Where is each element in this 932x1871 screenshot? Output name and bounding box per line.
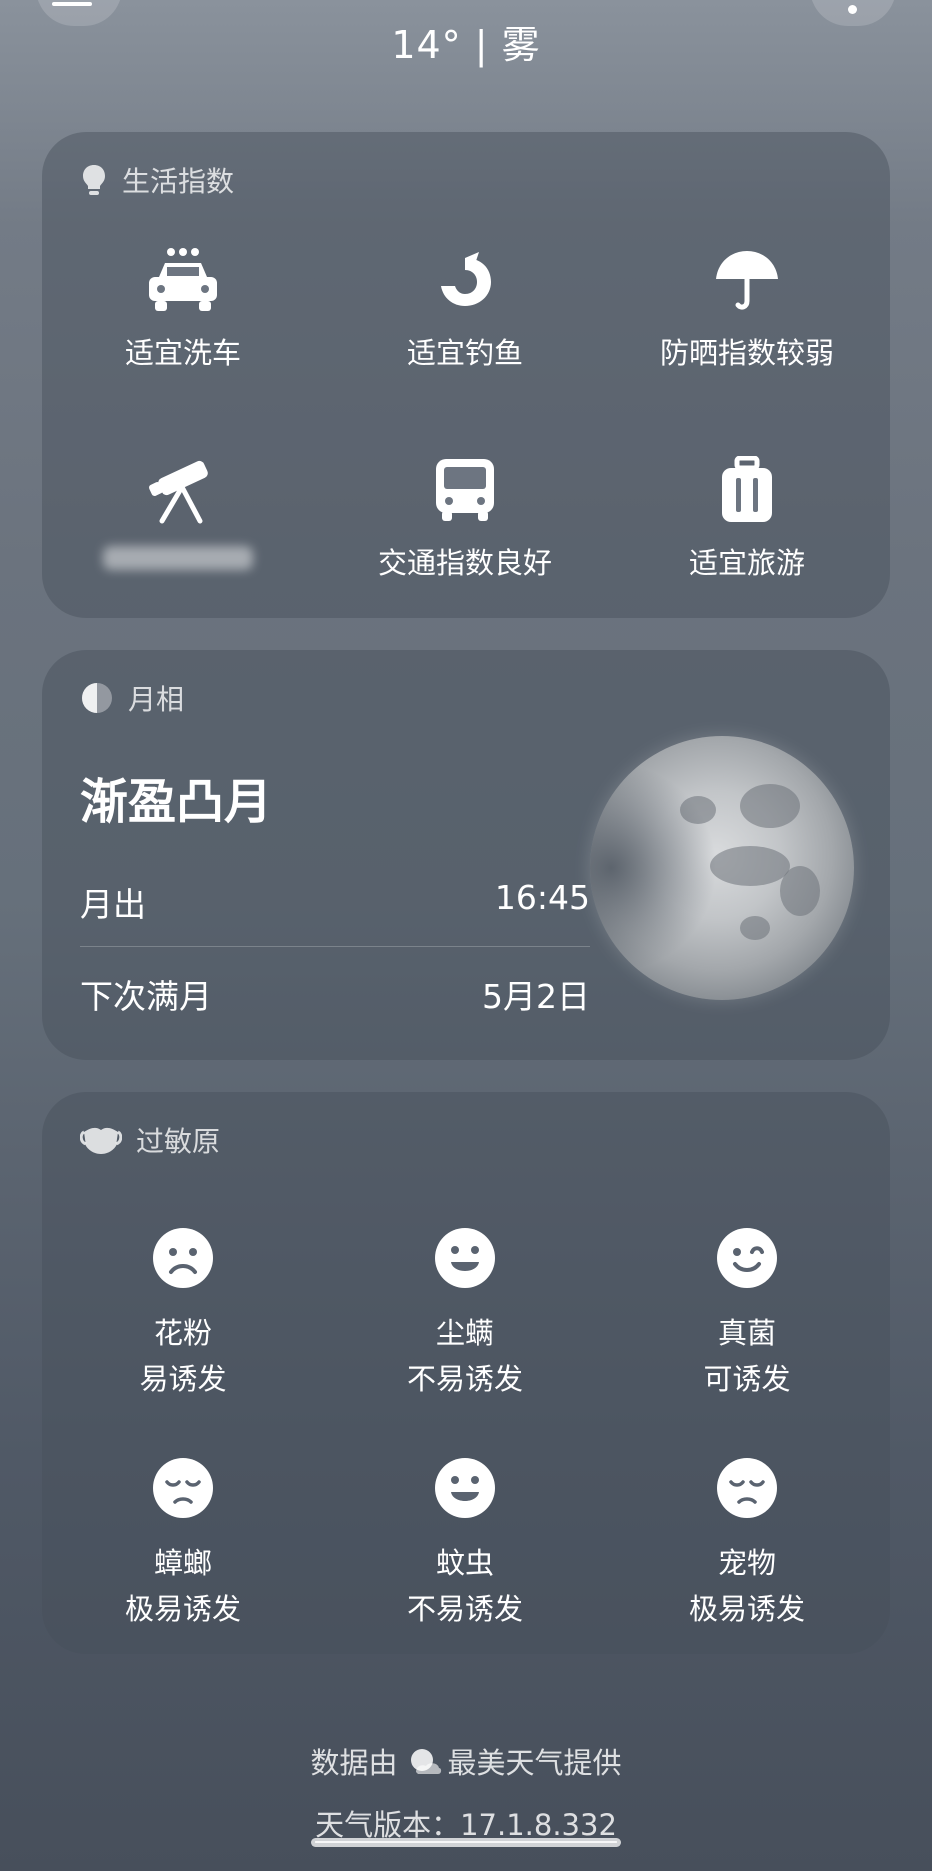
happy-face-icon [435, 1228, 495, 1288]
moonrise-value: 16:45 [494, 878, 590, 917]
life-index-item-car-wash[interactable]: 适宜洗车 [42, 240, 324, 372]
allergen-item-dust-mite[interactable]: 尘螨 不易诱发 [324, 1218, 606, 1398]
sad-face-icon [153, 1228, 213, 1288]
data-source-name: 最美天气提供 [447, 1746, 622, 1780]
separator: | [474, 23, 489, 67]
fishing-icon [441, 252, 491, 306]
next-full-moon-row: 下次满月 5月2日 [80, 970, 590, 1018]
allergen-level: 不易诱发 [406, 1362, 523, 1396]
allergen-name: 蟑螂 [153, 1546, 212, 1580]
life-index-item-traffic[interactable]: 交通指数良好 [324, 450, 606, 583]
moon-phase-card[interactable]: 月相 渐盈凸月 月出 16:45 下次满月 5月2日 [42, 650, 890, 1060]
moonrise-label: 月出 [80, 885, 146, 924]
lightbulb-icon [83, 165, 105, 195]
allergens-title: 过敏原 [136, 1125, 221, 1158]
life-index-label: 适宜洗车 [124, 336, 241, 370]
allergen-level: 极易诱发 [124, 1592, 241, 1626]
life-index-item-stargazing[interactable] [42, 450, 324, 583]
allergen-item-pollen[interactable]: 花粉 易诱发 [42, 1218, 324, 1398]
unhappy-face-icon [153, 1458, 213, 1518]
allergen-item-pet[interactable]: 宠物 极易诱发 [606, 1448, 888, 1628]
life-index-label-obscured [103, 540, 263, 583]
life-index-label: 适宜旅游 [688, 546, 805, 580]
bus-icon [436, 459, 494, 521]
allergen-level: 不易诱发 [406, 1592, 523, 1626]
moon-phase-name: 渐盈凸月 [80, 774, 273, 830]
allergen-level: 极易诱发 [688, 1592, 805, 1626]
life-index-label: 防晒指数较弱 [659, 336, 834, 370]
next-full-moon-value: 5月2日 [482, 977, 590, 1016]
life-index-item-travel[interactable]: 适宜旅游 [606, 450, 888, 583]
temperature: 14° [391, 23, 462, 67]
life-index-title: 生活指数 [122, 165, 235, 198]
allergen-name: 宠物 [717, 1546, 776, 1580]
moon-divider [80, 946, 590, 947]
provider-logo-icon [410, 1749, 441, 1774]
current-weather: 14° | 雾 [0, 14, 932, 69]
allergen-item-cockroach[interactable]: 蟑螂 极易诱发 [42, 1448, 324, 1628]
moon-phase-title: 月相 [128, 683, 185, 716]
luggage-icon [722, 456, 772, 522]
life-index-header: 生活指数 [80, 160, 234, 200]
umbrella-icon [716, 251, 778, 310]
allergen-name: 花粉 [153, 1316, 212, 1350]
more-dots-icon [848, 5, 857, 14]
moon-phase-icon [82, 683, 112, 713]
allergens-card[interactable]: 过敏原 花粉 易诱发 尘螨 不易诱发 真菌 可诱发 蟑螂 极易诱发 蚊虫 不易诱… [42, 1092, 890, 1654]
allergen-name: 真菌 [717, 1316, 776, 1350]
life-index-item-sunscreen[interactable]: 防晒指数较弱 [606, 240, 888, 372]
unhappy-face-icon [717, 1458, 777, 1518]
back-glyph-icon [52, 2, 92, 6]
moonrise-row: 月出 16:45 [80, 878, 590, 926]
mask-icon [80, 1127, 122, 1154]
life-index-item-fishing[interactable]: 适宜钓鱼 [324, 240, 606, 372]
allergen-level: 可诱发 [703, 1362, 791, 1396]
wink-face-icon [717, 1228, 777, 1288]
life-index-label: 适宜钓鱼 [406, 336, 523, 370]
allergen-level: 易诱发 [139, 1362, 227, 1396]
home-indicator[interactable] [311, 1838, 621, 1847]
condition: 雾 [501, 23, 541, 67]
car-wash-icon [149, 248, 217, 311]
allergens-header: 过敏原 [80, 1120, 220, 1160]
next-full-moon-label: 下次满月 [80, 977, 212, 1016]
moon-phase-header: 月相 [80, 678, 184, 718]
allergen-item-fungus[interactable]: 真菌 可诱发 [606, 1218, 888, 1398]
telescope-icon [149, 460, 208, 524]
allergen-name: 蚊虫 [435, 1546, 494, 1580]
data-source-prefix: 数据由 [310, 1746, 398, 1780]
life-index-card[interactable]: 生活指数 适宜洗车 适宜钓鱼 防晒指数较弱 交通指数良好 适宜旅游 [42, 132, 890, 618]
moon-shadow [590, 736, 854, 1000]
data-source: 数据由 最美天气提供 [0, 1740, 932, 1782]
obscured-label-blob [103, 546, 253, 570]
version-text[interactable]: 天气版本：17.1.8.332 [315, 1808, 617, 1842]
allergen-name: 尘螨 [435, 1316, 494, 1350]
allergen-item-mosquito[interactable]: 蚊虫 不易诱发 [324, 1448, 606, 1628]
happy-face-icon [435, 1458, 495, 1518]
life-index-label: 交通指数良好 [377, 546, 552, 580]
